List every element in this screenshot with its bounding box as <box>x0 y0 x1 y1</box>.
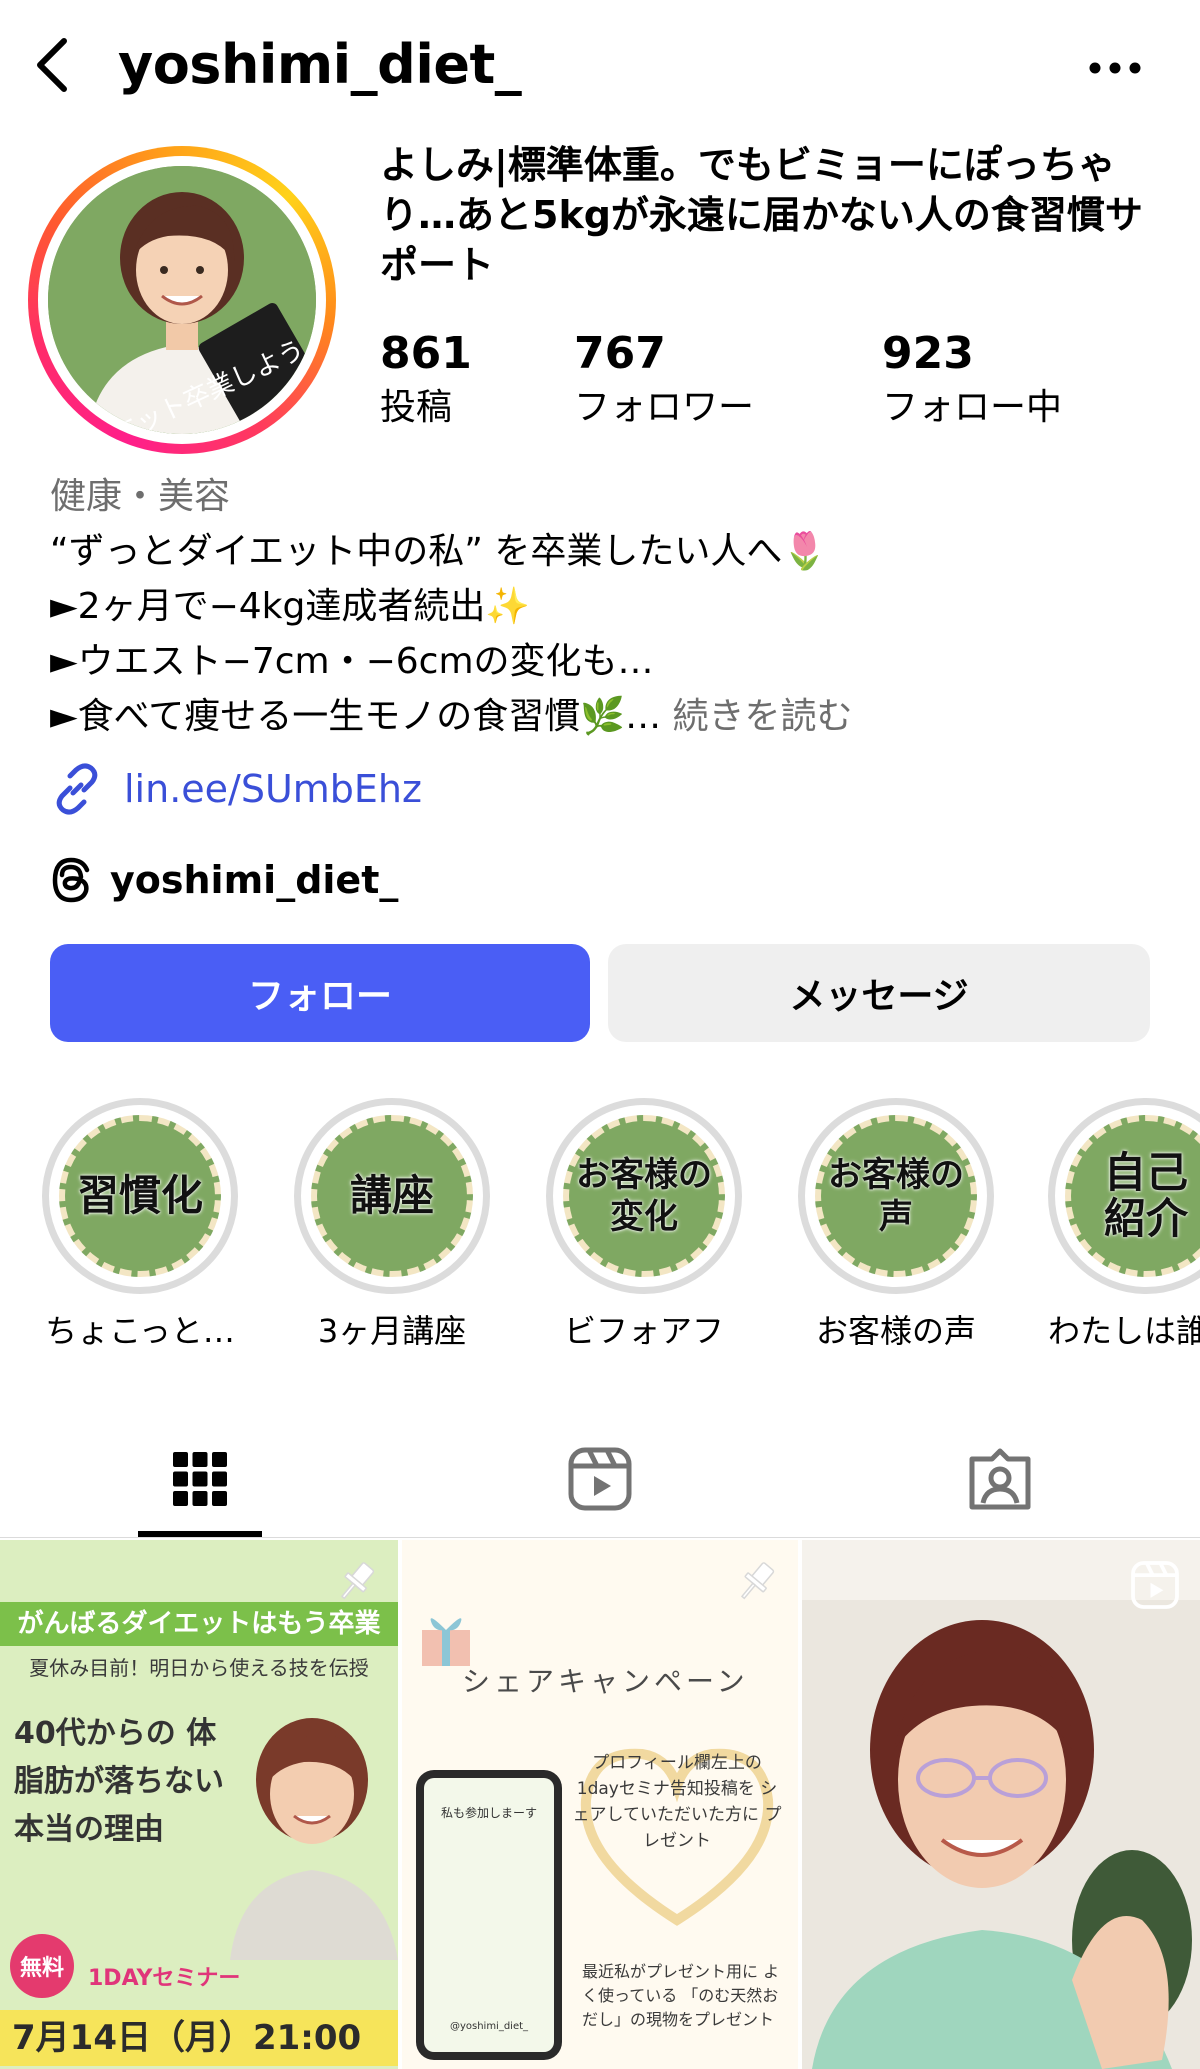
reels-icon <box>1131 1561 1179 1609</box>
threads-handle: yoshimi_diet_ <box>110 858 399 902</box>
highlight-cover: 習慣化 <box>42 1098 238 1294</box>
active-tab-indicator <box>138 1531 262 1537</box>
read-more-link[interactable]: 続きを読む <box>673 696 853 737</box>
tagged-person-icon <box>969 1448 1031 1510</box>
stat-following[interactable]: 923 フォロー中 <box>882 326 1062 432</box>
post-portrait <box>230 1718 398 1960</box>
highlight-cover: お客様の変化 <box>546 1098 742 1294</box>
post-title: シェアキャンペーン <box>462 1665 749 1698</box>
bio-line: “ずっとダイエット中の私” を卒業したい人へ🌷 <box>50 531 828 572</box>
post-tile[interactable]: シェアキャンペーン プロフィール欄左上の 1dayセミナ告知投稿を シェアしてい… <box>402 1540 798 2069</box>
post-grid: がんばるダイエットはもう卒業 夏休み目前！明日から使える技を伝授 40代からの … <box>0 1540 1200 2069</box>
post-tile[interactable]: がんばるダイエットはもう卒業 夏休み目前！明日から使える技を伝授 40代からの … <box>0 1540 398 2069</box>
seminar-date: 7月14日（月）21:00 <box>0 2010 398 2066</box>
display-name: よしみ|標準体重。でもビミョーにぽっちゃり…あと5kgが永遠に届かない人の食習慣… <box>380 143 1143 287</box>
bio-line: ►ウエスト−7cm・−6cmの変化も… <box>50 641 654 682</box>
phone-handle: @yoshimi_diet_ <box>449 2021 529 2032</box>
avatar-portrait: ダイエット卒業しよう <box>48 166 316 434</box>
avatar: ダイエット卒業しよう <box>48 166 316 434</box>
highlight-cover: お客様の声 <box>798 1098 994 1294</box>
pin-icon <box>340 1562 375 1600</box>
post-body: プロフィール欄左上の 1dayセミナ告知投稿を シェアしていただいた方に プレゼ… <box>572 1753 782 1851</box>
highlight-label: ビフォアフ <box>563 1312 724 1350</box>
stat-value: 767 <box>574 328 666 379</box>
highlight-item[interactable]: 講座 3ヶ月講座 <box>292 1098 492 1352</box>
highlight-item[interactable]: お客様の変化 ビフォアフ <box>544 1098 744 1352</box>
more-options-button[interactable] <box>1080 38 1150 98</box>
highlight-item[interactable]: 習慣化 ちょこっと… <box>40 1098 240 1352</box>
stat-label: フォロー中 <box>882 387 1063 428</box>
bio-line-last: ►食べて痩せる一生モノの食習慣🌿… 続きを読む <box>50 689 1170 744</box>
threads-icon <box>52 857 90 903</box>
highlight-label: わたしは誰 <box>1048 1312 1200 1350</box>
highlight-label: お客様の声 <box>815 1312 976 1350</box>
highlight-cover-text: お客様の変化 <box>576 1155 712 1237</box>
reels-icon <box>568 1447 632 1511</box>
post-title: がんばるダイエットはもう卒業 <box>0 1602 398 1646</box>
stat-label: 投稿 <box>380 387 453 428</box>
highlight-cover-text: 講座 <box>349 1171 434 1220</box>
reel-tile[interactable] <box>802 1540 1200 2069</box>
tab-grid[interactable] <box>130 1420 270 1538</box>
stat-followers[interactable]: 767 フォロワー <box>574 326 754 432</box>
free-badge: 無料 <box>10 1934 74 1998</box>
link-icon <box>56 763 98 815</box>
tab-reels[interactable] <box>530 1420 670 1538</box>
story-ring[interactable]: ダイエット卒業しよう <box>28 146 336 454</box>
stat-value: 923 <box>882 328 974 379</box>
highlight-item[interactable]: お客様の声 お客様の声 <box>796 1098 996 1352</box>
phone-mockup: 私も参加しまーす @yoshimi_diet_ <box>416 1770 562 2060</box>
threads-badge[interactable]: yoshimi_diet_ <box>50 852 398 908</box>
highlight-cover: 講座 <box>294 1098 490 1294</box>
post-headline: 40代からの 体脂肪が落ちない 本当の理由 <box>14 1716 224 1847</box>
seminar-label: 1DAYセミナー <box>88 1966 241 1991</box>
follow-button[interactable]: フォロー <box>50 944 590 1042</box>
pin-icon <box>740 1562 775 1600</box>
stat-posts[interactable]: 861 投稿 <box>380 326 472 432</box>
highlight-label: 3ヶ月講座 <box>317 1312 467 1350</box>
highlight-cover-text: お客様の声 <box>828 1155 964 1237</box>
chevron-left-icon <box>37 38 67 92</box>
reel-thumbnail <box>802 1540 1200 2069</box>
post-footer-text: 最近私がプレゼント用に よく使っている 「のむ天然おだし」の現物をプレゼント <box>582 1962 780 2029</box>
top-bar: yoshimi_diet_ <box>0 0 1200 135</box>
external-link[interactable]: lin.ee/SUmbEhz <box>50 760 422 818</box>
highlight-cover: 自己紹介 <box>1048 1098 1200 1294</box>
bio-line-text: ►食べて痩せる一生モノの食習慣🌿… <box>50 696 662 737</box>
ellipsis-icon <box>1089 62 1141 74</box>
highlight-label: ちょこっと… <box>45 1312 235 1350</box>
bio: “ずっとダイエット中の私” を卒業したい人へ🌷 ►2ヶ月で−4kg達成者続出✨ … <box>50 524 1170 744</box>
message-button[interactable]: メッセージ <box>608 944 1150 1042</box>
post-subtitle: 夏休み目前！明日から使える技を伝授 <box>29 1656 369 1680</box>
link-text[interactable]: lin.ee/SUmbEhz <box>124 767 422 811</box>
profile-username-title: yoshimi_diet_ <box>118 33 522 96</box>
phone-screen-text: 私も参加しまーす <box>440 1806 537 1820</box>
grid-icon <box>173 1452 227 1506</box>
highlight-cover-text: 自己紹介 <box>1103 1148 1188 1243</box>
tab-tagged[interactable] <box>930 1420 1070 1538</box>
highlight-item[interactable]: 自己紹介 わたしは誰 <box>1048 1098 1200 1352</box>
highlight-cover-text: 習慣化 <box>76 1171 203 1220</box>
bio-line: ►2ヶ月で−4kg達成者続出✨ <box>50 586 531 627</box>
stat-label: フォロワー <box>574 387 755 428</box>
stat-value: 861 <box>380 328 472 379</box>
profile-category: 健康・美容 <box>50 476 231 517</box>
back-button[interactable] <box>22 30 82 100</box>
profile-tabs <box>0 1420 1200 1538</box>
